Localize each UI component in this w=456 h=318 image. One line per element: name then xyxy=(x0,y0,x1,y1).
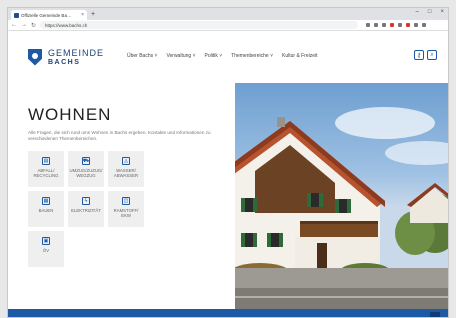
page-intro: Alle Fragen, die sich rund ums Wohnen in… xyxy=(28,130,211,141)
topic-tile-label: ÖV xyxy=(42,248,50,253)
extension-icon[interactable] xyxy=(366,23,371,27)
topic-tile[interactable]: ▤ ABFALL/ RECYCLING xyxy=(28,151,64,187)
leaf-icon: ◫ xyxy=(122,197,130,205)
topic-tile[interactable]: ϟ ELEKTRIZITÄT xyxy=(68,191,104,227)
scroll-top-button[interactable] xyxy=(430,312,440,317)
nav-item-verwaltung[interactable]: Verwaltung ˅ xyxy=(166,53,195,59)
topic-tile-label: RAMSTOFF/ EKW xyxy=(113,208,139,219)
tab-title: Offizielle Gemeinde Ba… xyxy=(21,12,72,18)
extension-icon[interactable] xyxy=(398,23,403,27)
nav-item-themenbereiche[interactable]: Themenbereiche ˅ xyxy=(231,53,273,59)
topic-tile[interactable]: ▣ ÖV xyxy=(28,231,64,267)
trash-icon: ▤ xyxy=(42,157,50,165)
tab-active[interactable]: Offizielle Gemeinde Ba… × xyxy=(11,10,87,20)
extension-icon[interactable] xyxy=(382,23,387,27)
water-icon: ◬ xyxy=(122,157,130,165)
search-icon[interactable]: ⌕ xyxy=(427,50,437,60)
url-input[interactable]: https://www.bachs.ch xyxy=(40,21,359,29)
window-controls: – □ × xyxy=(416,9,444,15)
login-key-icon[interactable]: ⚷ xyxy=(414,50,424,60)
main-content: WOHNEN Alle Fragen, die sich rund ums Wo… xyxy=(8,83,448,317)
close-window-button[interactable]: × xyxy=(440,9,444,15)
nav-item-politik[interactable]: Politik ˅ xyxy=(205,53,223,59)
topic-tile[interactable]: ◬ WASSER/ ABWASSER xyxy=(108,151,144,187)
topic-tile[interactable]: ▦ BAUEN xyxy=(28,191,64,227)
menu-icon[interactable] xyxy=(422,23,427,27)
topic-tile-label: UMZUG/ZUZUG/ WEGZUG xyxy=(69,168,103,179)
lightning-icon: ϟ xyxy=(82,197,90,205)
browser-window: Offizielle Gemeinde Ba… × + – □ × ← → ↻ … xyxy=(7,7,449,318)
farmhouse-illustration xyxy=(235,107,448,309)
extension-icons xyxy=(366,23,427,27)
nav-item-ueber-bachs[interactable]: Über Bachs ˅ xyxy=(127,53,157,59)
brand-line2: BACHS xyxy=(48,58,81,66)
maximize-button[interactable]: □ xyxy=(428,9,432,15)
extension-icon[interactable] xyxy=(374,23,379,27)
site-header: GEMEINDE BACHS Über Bachs ˅ Verwaltung ˅… xyxy=(8,31,448,83)
page-title: WOHNEN xyxy=(28,105,112,124)
topic-tile-label: ELEKTRIZITÄT xyxy=(71,208,101,213)
site-favicon-icon xyxy=(14,12,19,18)
topic-tile-grid: ▤ ABFALL/ RECYCLING ⛟ UMZUG/ZUZUG/ WEGZUG ◬ W… xyxy=(28,151,144,267)
brand-line1: GEMEINDE xyxy=(48,47,105,58)
profile-icon[interactable] xyxy=(406,23,411,27)
address-bar: ← → ↻ https://www.bachs.ch xyxy=(8,20,448,31)
new-tab-button[interactable]: + xyxy=(91,10,95,20)
back-icon[interactable]: ← xyxy=(11,22,17,28)
building-icon: ▦ xyxy=(42,197,50,205)
hero-photo-farmhouse xyxy=(235,83,448,309)
topic-tile-label: WASSER/ ABWASSER xyxy=(113,168,139,179)
truck-icon: ⛟ xyxy=(82,157,90,165)
topic-tile[interactable]: ◫ RAMSTOFF/ EKW xyxy=(108,191,144,227)
topic-tile[interactable]: ⛟ UMZUG/ZUZUG/ WEGZUG xyxy=(68,151,104,187)
topic-tile-label: BAUEN xyxy=(38,208,54,213)
main-nav: Über Bachs ˅ Verwaltung ˅ Politik ˅ Them… xyxy=(127,53,318,59)
tab-strip: Offizielle Gemeinde Ba… × + – □ × xyxy=(8,8,448,20)
topic-tile-label: ABFALL/ RECYCLING xyxy=(33,168,59,179)
extension-icon[interactable] xyxy=(414,23,419,27)
coat-of-arms-logo[interactable] xyxy=(28,48,42,66)
reload-icon[interactable]: ↻ xyxy=(31,22,36,29)
content-left-panel: WOHNEN Alle Fragen, die sich rund ums Wo… xyxy=(8,83,235,309)
bus-icon: ▣ xyxy=(42,237,50,245)
header-buttons: ⚷ ⌕ xyxy=(414,50,437,60)
minimize-button[interactable]: – xyxy=(416,9,419,15)
forward-icon[interactable]: → xyxy=(21,22,27,28)
nav-item-kultur-freizeit[interactable]: Kultur & Freizeit xyxy=(282,53,318,59)
site-brand[interactable]: GEMEINDE BACHS xyxy=(48,47,105,66)
footer-band xyxy=(8,309,448,317)
extension-icon[interactable] xyxy=(390,23,395,27)
tab-close-icon[interactable]: × xyxy=(81,12,84,18)
